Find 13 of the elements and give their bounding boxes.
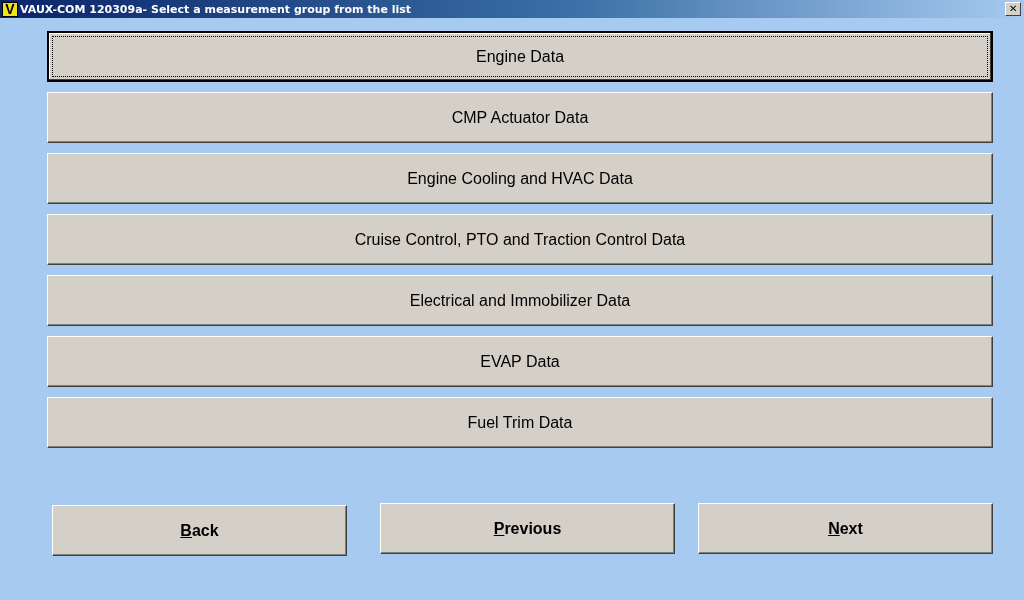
nav-button[interactable]: Back: [52, 505, 347, 556]
group-button[interactable]: Engine Cooling and HVAC Data: [47, 153, 993, 204]
app-logo: V: [2, 1, 18, 17]
window-title: VAUX-COM 120309a- Select a measurement group from the list: [20, 2, 413, 16]
group-button[interactable]: Cruise Control, PTO and Traction Control Data: [47, 214, 993, 265]
group-button[interactable]: EVAP Data: [47, 336, 993, 387]
group-button[interactable]: Fuel Trim Data: [47, 397, 993, 448]
group-button[interactable]: CMP Actuator Data: [47, 92, 993, 143]
close-button[interactable]: ✕: [1005, 2, 1021, 16]
group-button[interactable]: Electrical and Immobilizer Data: [47, 275, 993, 326]
nav-button[interactable]: Next: [698, 503, 993, 554]
group-button[interactable]: Engine Data: [47, 31, 993, 82]
nav-button[interactable]: Previous: [380, 503, 675, 554]
